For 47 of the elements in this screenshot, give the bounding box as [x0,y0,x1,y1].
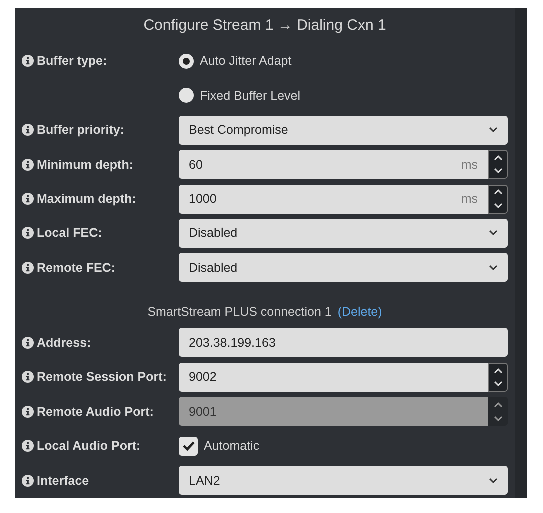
field-label: Buffer type: [37,54,108,68]
radio-label[interactable]: Auto Jitter Adapt [200,54,292,68]
radio-label[interactable]: Fixed Buffer Level [200,88,301,103]
field-label: Buffer priority: [37,123,124,138]
delete-link[interactable]: (Delete) [338,304,382,319]
number-field[interactable]: 60 ms [179,150,488,180]
chevron-down-icon[interactable] [494,416,502,422]
radio-button[interactable] [179,54,194,69]
info-icon[interactable] [22,262,34,274]
field-label: Interface [37,474,90,488]
number-field[interactable]: 9002 [179,362,488,392]
info-icon[interactable] [22,336,34,349]
info-icon[interactable] [22,158,34,171]
field-label: Address: [37,336,92,350]
info-icon[interactable] [22,474,34,487]
chevron-down-icon[interactable] [489,127,498,134]
chevron-down-icon[interactable] [489,230,498,236]
section-heading: SmartStream PLUS connection 1 [148,304,332,319]
info-icon[interactable] [22,193,34,206]
chevron-down-icon[interactable] [489,264,498,271]
dialog-title: Configure Stream 1 → Dialing Cxn 1 [142,16,388,36]
info-icon[interactable] [22,406,34,418]
dropdown[interactable]: LAN2 [179,466,508,496]
field-label: Maximum depth: [37,192,136,206]
dropdown[interactable]: Disabled [179,253,508,282]
info-icon[interactable] [22,440,34,452]
field-label: Remote Session Port: [37,370,167,384]
number-field[interactable]: 1000 ms [179,184,488,214]
chevron-down-icon[interactable] [489,478,498,484]
info-icon[interactable] [22,55,34,68]
info-icon[interactable] [22,124,34,136]
radio-button[interactable] [179,88,194,104]
info-icon[interactable] [22,227,34,240]
field-label: Remote Audio Port: [37,404,154,419]
checkbox-label[interactable]: Automatic [204,439,260,454]
chevron-up-icon[interactable] [494,402,502,408]
field-label: Local FEC: [37,226,102,240]
dropdown[interactable]: Disabled [179,218,508,248]
info-icon[interactable] [22,371,34,384]
field-label: Local Audio Port: [37,439,141,454]
spinner[interactable] [488,397,508,426]
check-icon [182,441,194,452]
field-label: Remote FEC: [37,260,116,275]
field-label: Minimum depth: [37,158,134,172]
checkbox[interactable] [179,436,198,456]
input-field[interactable]: 203.38.199.163 [179,328,508,358]
dropdown[interactable]: Best Compromise [179,116,508,145]
